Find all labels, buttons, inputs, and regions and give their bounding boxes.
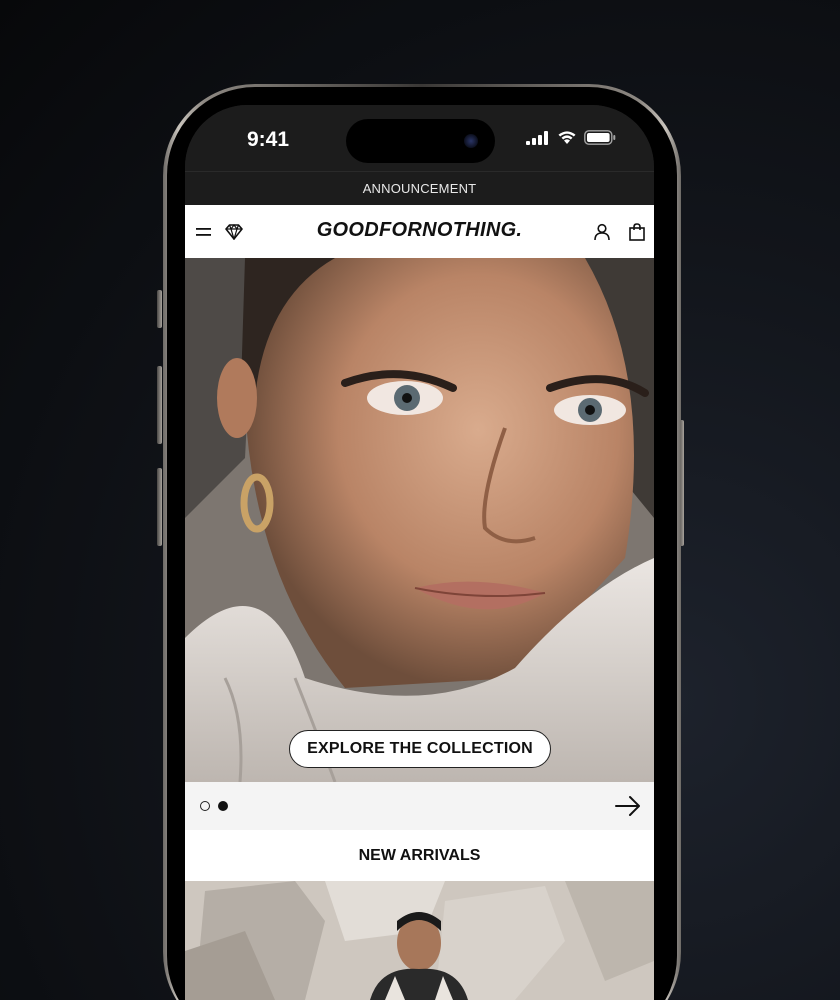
carousel-dot-1[interactable] (200, 801, 210, 811)
account-icon[interactable] (591, 221, 613, 243)
status-bar: 9:41 (185, 105, 654, 171)
brand-logo[interactable]: GOODFORNOTHING. (185, 219, 654, 242)
carousel-controls (185, 782, 654, 830)
announcement-bar[interactable]: ANNOUNCEMENT (185, 171, 654, 205)
camera-icon (464, 134, 478, 148)
new-arrivals-title[interactable]: NEW ARRIVALS (185, 830, 654, 881)
status-time: 9:41 (247, 128, 290, 151)
hero-banner[interactable]: EXPLORE THE COLLECTION (185, 258, 654, 782)
arrow-right-icon[interactable] (615, 795, 641, 817)
carousel-dot-2-active[interactable] (218, 801, 228, 811)
signal-icon (526, 130, 548, 145)
wifi-icon (558, 131, 576, 144)
dynamic-island (346, 119, 495, 163)
new-arrivals-image[interactable] (185, 881, 654, 1000)
bag-icon[interactable] (626, 221, 648, 243)
site-header: GOODFORNOTHING. (185, 205, 654, 258)
phone-screen: 9:41 ANNOUNCEMENT GOODFORNOTHING. EXPLOR… (185, 105, 654, 1000)
battery-icon (584, 130, 616, 145)
volume-up-button (157, 366, 162, 444)
action-button (157, 290, 162, 328)
explore-collection-button[interactable]: EXPLORE THE COLLECTION (289, 730, 551, 768)
hero-image (185, 258, 654, 782)
new-arrivals-photo (185, 881, 654, 1000)
volume-down-button (157, 468, 162, 546)
